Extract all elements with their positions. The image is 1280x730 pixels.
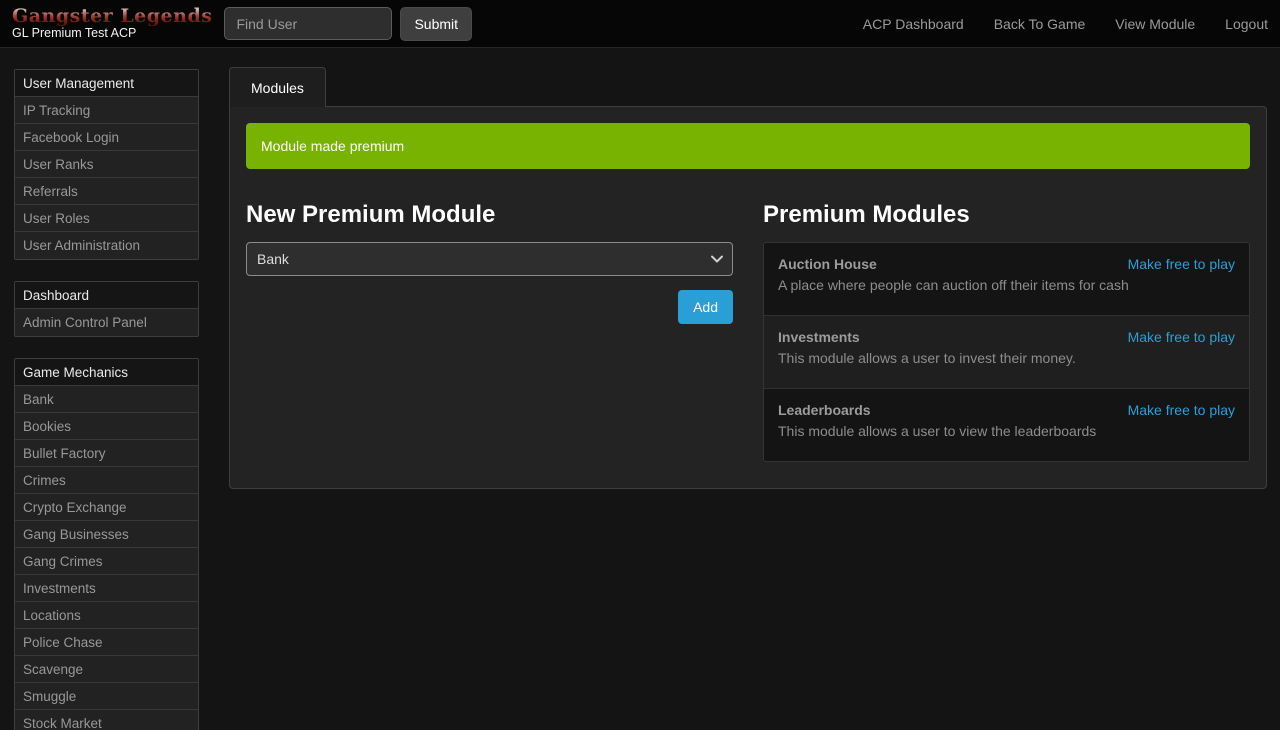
nav-link-back-to-game[interactable]: Back To Game — [994, 16, 1086, 32]
submit-button[interactable]: Submit — [400, 7, 472, 41]
modules-panel: Module made premium New Premium Module B… — [229, 106, 1267, 489]
nav-link-acp-dashboard[interactable]: ACP Dashboard — [863, 16, 964, 32]
nav-link-logout[interactable]: Logout — [1225, 16, 1268, 32]
sidebar-item-locations[interactable]: Locations — [15, 602, 198, 629]
sidebar-item-referrals[interactable]: Referrals — [15, 178, 198, 205]
premium-modules-heading: Premium Modules — [763, 201, 1250, 229]
module-description: This module allows a user to view the le… — [778, 423, 1235, 439]
sidebar-header-user-management[interactable]: User Management — [15, 70, 198, 97]
premium-modules-section: Premium Modules Auction House Make free … — [763, 185, 1250, 462]
module-title: Auction House — [778, 256, 877, 272]
sidebar-item-police-chase[interactable]: Police Chase — [15, 629, 198, 656]
module-description: This module allows a user to invest thei… — [778, 350, 1235, 366]
module-row-leaderboards: Leaderboards Make free to play This modu… — [764, 389, 1249, 461]
new-premium-module-section: New Premium Module Bank Add — [246, 185, 733, 462]
sidebar-item-ip-tracking[interactable]: IP Tracking — [15, 97, 198, 124]
module-select[interactable]: Bank — [246, 242, 733, 276]
tab-modules[interactable]: Modules — [229, 67, 326, 107]
sidebar-header-dashboard[interactable]: Dashboard — [15, 282, 198, 309]
nav-link-view-module[interactable]: View Module — [1115, 16, 1195, 32]
sidebar-group-user-management: User Management IP Tracking Facebook Log… — [14, 69, 199, 260]
brand-subtitle: GL Premium Test ACP — [12, 26, 212, 41]
make-free-to-play-link[interactable]: Make free to play — [1128, 256, 1235, 272]
module-row-investments: Investments Make free to play This modul… — [764, 316, 1249, 389]
success-alert: Module made premium — [246, 123, 1250, 169]
make-free-to-play-link[interactable]: Make free to play — [1128, 329, 1235, 345]
sidebar-item-gang-businesses[interactable]: Gang Businesses — [15, 521, 198, 548]
sidebar-item-smuggle[interactable]: Smuggle — [15, 683, 198, 710]
sidebar-item-user-roles[interactable]: User Roles — [15, 205, 198, 232]
add-button[interactable]: Add — [678, 290, 733, 324]
sidebar-item-stock-market[interactable]: Stock Market — [15, 710, 198, 730]
module-title: Investments — [778, 329, 860, 345]
premium-modules-list: Auction House Make free to play A place … — [763, 242, 1250, 462]
sidebar-item-bullet-factory[interactable]: Bullet Factory — [15, 440, 198, 467]
sidebar-item-bank[interactable]: Bank — [15, 386, 198, 413]
sidebar-item-admin-control-panel[interactable]: Admin Control Panel — [15, 309, 198, 336]
sidebar-header-game-mechanics[interactable]: Game Mechanics — [15, 359, 198, 386]
sidebar-item-crimes[interactable]: Crimes — [15, 467, 198, 494]
brand-logo[interactable]: Gangster Legends — [12, 6, 212, 26]
sidebar-item-user-administration[interactable]: User Administration — [15, 232, 198, 259]
top-nav-links: ACP Dashboard Back To Game View Module L… — [833, 16, 1268, 32]
new-premium-heading: New Premium Module — [246, 201, 733, 229]
sidebar-item-facebook-login[interactable]: Facebook Login — [15, 124, 198, 151]
module-title: Leaderboards — [778, 402, 871, 418]
find-user-form: Submit — [224, 7, 472, 41]
sidebar-group-dashboard: Dashboard Admin Control Panel — [14, 281, 199, 337]
sidebar-group-game-mechanics: Game Mechanics Bank Bookies Bullet Facto… — [14, 358, 199, 730]
find-user-input[interactable] — [224, 7, 392, 40]
sidebar-item-gang-crimes[interactable]: Gang Crimes — [15, 548, 198, 575]
module-select-wrap: Bank — [246, 242, 733, 276]
sidebar-item-scavenge[interactable]: Scavenge — [15, 656, 198, 683]
top-navbar: Gangster Legends GL Premium Test ACP Sub… — [0, 0, 1280, 48]
sidebar: User Management IP Tracking Facebook Log… — [14, 69, 199, 730]
sidebar-item-investments[interactable]: Investments — [15, 575, 198, 602]
main-content: Modules Module made premium New Premium … — [229, 67, 1267, 489]
brand[interactable]: Gangster Legends GL Premium Test ACP — [12, 6, 212, 41]
module-description: A place where people can auction off the… — [778, 277, 1235, 293]
module-row-auction-house: Auction House Make free to play A place … — [764, 243, 1249, 316]
sidebar-item-user-ranks[interactable]: User Ranks — [15, 151, 198, 178]
make-free-to-play-link[interactable]: Make free to play — [1128, 402, 1235, 418]
sidebar-item-crypto-exchange[interactable]: Crypto Exchange — [15, 494, 198, 521]
sidebar-item-bookies[interactable]: Bookies — [15, 413, 198, 440]
